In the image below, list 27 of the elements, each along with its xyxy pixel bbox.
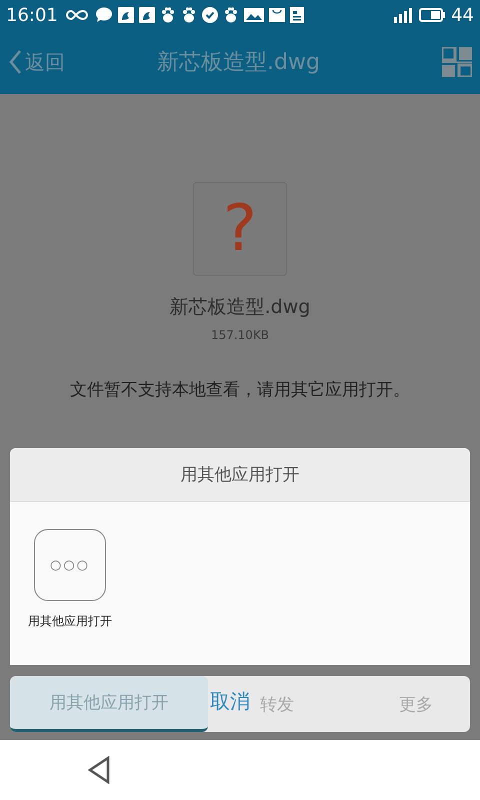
more-app-tile[interactable]: ○○○ xyxy=(34,529,106,601)
back-nav-button[interactable] xyxy=(87,756,111,784)
info-message: 文件暂不支持本地查看，请用其它应用打开。 xyxy=(70,379,410,401)
shopping-bag-icon xyxy=(268,7,285,23)
battery-icon xyxy=(419,8,446,22)
infinity-icon xyxy=(64,8,90,22)
dialog-title: 用其他应用打开 xyxy=(10,448,470,502)
paw-icon xyxy=(222,7,239,23)
file-name: 新芯板造型.dwg xyxy=(170,295,310,320)
cancel-button[interactable]: 取消 xyxy=(210,688,250,715)
signal-icon xyxy=(393,7,414,23)
chevron-left-icon xyxy=(8,49,22,75)
paw-icon xyxy=(180,7,197,23)
clock: 16:01 xyxy=(6,4,58,26)
document-icon xyxy=(290,7,304,23)
window-title: 新芯板造型.dwg xyxy=(156,49,321,77)
image-icon xyxy=(244,7,264,23)
back-button[interactable]: 返回 xyxy=(8,48,65,76)
paw-icon xyxy=(160,7,176,23)
battery-level: 44 xyxy=(451,4,474,26)
file-size: 157.10KB xyxy=(210,328,270,342)
question-mark-icon: ? xyxy=(193,182,287,276)
check-circle-icon xyxy=(202,7,218,23)
chat-bubble-icon xyxy=(94,7,113,23)
toolbar-button[interactable]: 更多 xyxy=(362,676,470,732)
toolbar-button[interactable]: 用其他应用打开 xyxy=(10,676,208,732)
app-label: 用其他应用打开 xyxy=(28,613,112,630)
